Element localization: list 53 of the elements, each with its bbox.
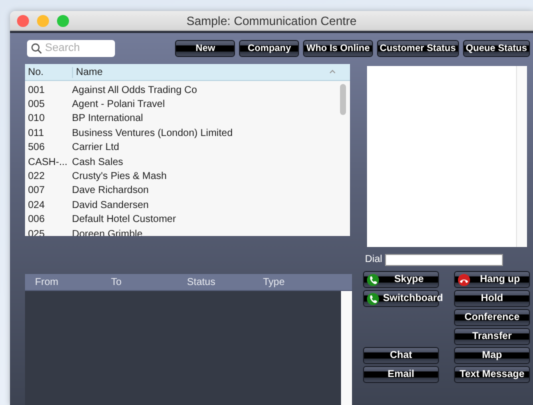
- table-cell: BP International: [72, 113, 143, 124]
- toolbar-button[interactable]: Who Is Online: [303, 40, 373, 56]
- toolbar-button[interactable]: Customer Status: [376, 40, 459, 56]
- search-field[interactable]: Search: [27, 40, 115, 56]
- action-button[interactable]: Text Message: [454, 366, 530, 383]
- table-cell-text: 022: [27, 171, 46, 182]
- dial-label: Dial: [365, 254, 382, 265]
- table-cell: Dave Richardson: [72, 185, 149, 196]
- action-button[interactable]: Hang up: [454, 271, 530, 288]
- table-cell-text: 005: [27, 99, 46, 110]
- table-cell: Crusty's Pies & Mash: [72, 171, 167, 182]
- dial-field[interactable]: [385, 254, 504, 266]
- scrollbar-thumb[interactable]: [340, 84, 346, 115]
- table-cell-text: 007: [27, 185, 46, 196]
- close-button[interactable]: [17, 14, 29, 26]
- toolbar-button[interactable]: Company: [239, 40, 300, 56]
- toolbar-button[interactable]: New: [175, 40, 236, 56]
- search-icon: [31, 42, 42, 54]
- phone-icon: [367, 274, 379, 286]
- table-cell: Agent - Polani Travel: [72, 99, 165, 110]
- table-cell-text: 006: [27, 214, 46, 226]
- action-button[interactable]: Email: [363, 366, 439, 383]
- action-button[interactable]: Conference: [454, 309, 530, 326]
- phone-icon: [367, 292, 379, 304]
- column-header[interactable]: Name: [72, 66, 103, 78]
- table-cell-text: CASH-...: [27, 156, 68, 168]
- column-header[interactable]: From: [35, 277, 58, 288]
- action-button[interactable]: Map: [454, 347, 530, 364]
- zoom-button[interactable]: [57, 14, 69, 26]
- sort-chevron-icon[interactable]: [329, 69, 336, 74]
- table-cell-text: 506: [27, 142, 46, 154]
- action-button[interactable]: Chat: [363, 347, 439, 364]
- column-header[interactable]: Type: [263, 277, 285, 288]
- table-cell: Default Hotel Customer: [72, 214, 176, 226]
- table-cell-text: 010: [27, 113, 46, 124]
- table-cell: Business Ventures (London) Limited: [72, 128, 233, 139]
- column-header[interactable]: To: [111, 277, 122, 288]
- table-cell: Carrier Ltd: [72, 142, 120, 154]
- table-cell-text: 001: [27, 84, 46, 96]
- hang-up-icon: [458, 274, 470, 286]
- table-cell: Cash Sales: [72, 156, 124, 168]
- minimize-button[interactable]: [37, 14, 49, 26]
- toolbar-button[interactable]: Queue Status: [462, 40, 530, 56]
- column-header[interactable]: No.: [25, 66, 72, 78]
- column-header[interactable]: Status: [187, 277, 216, 288]
- table-cell-text: 024: [27, 200, 46, 211]
- table-cell: David Sandersen: [72, 200, 149, 211]
- action-button[interactable]: Hold: [454, 290, 530, 307]
- window-title: Sample: Communication Centre: [186, 14, 357, 28]
- table-cell-text: 011: [27, 128, 45, 139]
- action-button[interactable]: Transfer: [454, 328, 530, 345]
- table-cell: Against All Odds Trading Co: [72, 84, 198, 96]
- action-button[interactable]: Skype: [363, 271, 439, 288]
